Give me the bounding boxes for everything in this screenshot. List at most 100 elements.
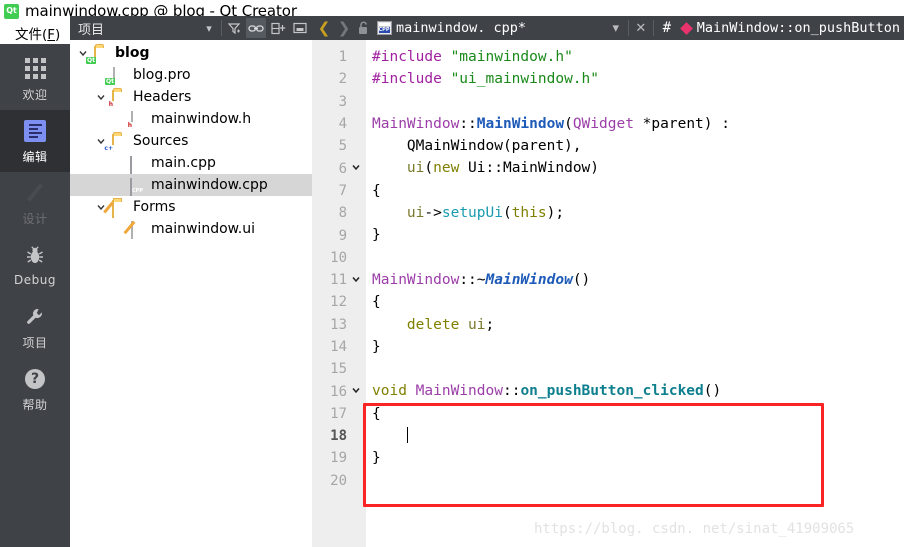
code-line-2[interactable]: #include "ui_mainwindow.h"	[372, 68, 904, 90]
mode-item-label: Debug	[14, 273, 56, 287]
fold-chevron-icon[interactable]	[350, 162, 362, 175]
code-line-5[interactable]: QMainWindow(parent),	[372, 135, 904, 157]
code-token: #include	[372, 71, 451, 88]
code-line-12[interactable]: {	[372, 291, 904, 313]
project-panel: 项目 ▾ Qt blog Qt blog.pro h Headers h mai…	[70, 16, 312, 547]
code-line-10[interactable]	[372, 247, 904, 269]
code-token: #include	[372, 49, 451, 65]
split-add-icon[interactable]	[268, 18, 288, 38]
grid-icon	[22, 56, 48, 82]
qt-pro-file-icon: Qt	[105, 66, 129, 85]
code-text[interactable]: #include "mainwindow.h" #include "ui_main…	[366, 40, 904, 547]
code-line-3[interactable]	[372, 91, 904, 113]
tab-dropdown-button[interactable]: ▾	[608, 20, 624, 36]
chevron-down-icon[interactable]: ▾	[199, 18, 219, 38]
line-number-label: 16	[330, 383, 347, 400]
line-number-4: 4	[312, 113, 366, 135]
line-number-9: 9	[312, 224, 366, 246]
tree-item-Headers[interactable]: h Headers	[70, 86, 312, 108]
chevron-down-icon[interactable]	[94, 92, 108, 102]
line-number-20: 20	[312, 470, 366, 492]
project-tree[interactable]: Qt blog Qt blog.pro h Headers h mainwindow.h c+ S…	[70, 40, 312, 547]
editor-toolbar: ❮ ❯ CPP mainwindow. cpp* ▾ ✕ # MainWindo…	[312, 16, 904, 40]
code-line-13[interactable]: delete ui;	[372, 314, 904, 336]
mode-item-项目[interactable]: 项目	[0, 296, 70, 358]
mode-item-帮助[interactable]: ? 帮助	[0, 358, 70, 420]
tree-item-label: Forms	[133, 199, 176, 215]
pencil-icon	[22, 180, 48, 206]
code-line-19[interactable]: }	[372, 447, 904, 469]
line-number-label: 19	[330, 450, 347, 467]
line-number-label: 18	[330, 428, 347, 445]
tree-item-label: blog	[115, 45, 150, 61]
code-line-9[interactable]: }	[372, 224, 904, 246]
code-area[interactable]: 1 2 3 4 5 6 7 8 9 10 11 12 13 14 15 16 17 18 19 20 #include…	[312, 40, 904, 547]
code-line-16[interactable]: void MainWindow::on_pushButton_clicked()	[372, 380, 904, 402]
mode-item-Debug[interactable]: Debug	[0, 234, 70, 296]
tree-item-label: mainwindow.h	[151, 111, 252, 127]
tree-item-mainwindow.ui[interactable]: mainwindow.ui	[70, 218, 312, 240]
collapse-icon[interactable]	[290, 18, 310, 38]
code-line-18[interactable]	[372, 425, 904, 447]
line-number-19: 19	[312, 447, 366, 469]
active-file-tab[interactable]: mainwindow. cpp*	[396, 20, 526, 36]
code-line-15[interactable]	[372, 358, 904, 380]
tree-item-Sources[interactable]: c+ Sources	[70, 130, 312, 152]
qt-project-folder-icon: Qt	[86, 45, 111, 64]
tree-item-blog.pro[interactable]: Qt blog.pro	[70, 64, 312, 86]
code-line-17[interactable]: {	[372, 403, 904, 425]
line-number-3: 3	[312, 91, 366, 113]
tree-item-label: mainwindow.ui	[151, 221, 256, 237]
link-sync-icon[interactable]	[246, 18, 266, 38]
code-token: QWidget	[572, 115, 634, 132]
code-line-4[interactable]: MainWindow::MainWindow(QWidget *parent) …	[372, 113, 904, 135]
tree-item-blog[interactable]: Qt blog	[70, 42, 312, 64]
line-number-5: 5	[312, 135, 366, 157]
menu-item-1[interactable]: 文件(F)	[6, 22, 69, 44]
mode-item-编辑[interactable]: 编辑	[0, 110, 70, 172]
unlocked-icon[interactable]	[356, 21, 372, 35]
mode-item-label: 项目	[22, 335, 48, 350]
line-number-label: 15	[330, 361, 347, 378]
code-line-14[interactable]: }	[372, 336, 904, 358]
mode-item-欢迎[interactable]: 欢迎	[0, 48, 70, 110]
code-token: *parent) :	[633, 115, 730, 132]
tree-item-label: Headers	[133, 89, 192, 105]
code-line-11[interactable]: MainWindow::~MainWindow()	[372, 269, 904, 291]
tree-item-main.cpp[interactable]: CPP main.cpp	[70, 152, 312, 174]
code-token: Ui::MainWindow)	[459, 160, 600, 177]
line-number-label: 17	[330, 405, 347, 422]
code-line-20[interactable]	[372, 470, 904, 492]
navigate-forward-button[interactable]: ❯	[336, 19, 352, 37]
mode-sidebar: 欢迎 编辑 设计 Debug 项目? 帮助	[0, 44, 70, 547]
sources-folder-icon: c+	[103, 133, 129, 152]
code-token: QMainWindow(parent),	[372, 138, 582, 155]
filter-icon[interactable]	[224, 18, 244, 38]
code-token: (	[424, 160, 434, 177]
tree-item-mainwindow.h[interactable]: h mainwindow.h	[70, 108, 312, 130]
line-number-label: 14	[330, 339, 347, 355]
tree-item-mainwindow.cpp[interactable]: CPP mainwindow.cpp	[70, 174, 312, 196]
code-line-1[interactable]: #include "mainwindow.h"	[372, 46, 904, 68]
fold-chevron-icon[interactable]	[350, 274, 362, 287]
code-line-7[interactable]: {	[372, 180, 904, 202]
code-line-8[interactable]: ui->setupUi(this);	[372, 202, 904, 224]
toolbar-divider	[221, 20, 222, 36]
tree-item-Forms[interactable]: Forms	[70, 196, 312, 218]
navigate-back-button[interactable]: ❮	[316, 19, 332, 37]
line-number-gutter: 1 2 3 4 5 6 7 8 9 10 11 12 13 14 15 16 17 18 19 20	[312, 40, 366, 547]
code-token: this	[511, 205, 547, 222]
line-number-17: 17	[312, 403, 366, 425]
line-number-label: 2	[338, 71, 347, 88]
code-token: setupUi	[441, 205, 503, 222]
code-line-6[interactable]: ui(new Ui::MainWindow)	[372, 157, 904, 179]
line-number-18: 18	[312, 425, 366, 447]
hash-marker-icon[interactable]: #	[658, 20, 676, 36]
symbol-selector[interactable]: MainWindow::on_pushButton	[697, 20, 900, 36]
fold-chevron-icon[interactable]	[350, 385, 362, 398]
close-tab-button[interactable]: ✕	[633, 20, 649, 36]
ui-file-icon	[130, 220, 147, 239]
